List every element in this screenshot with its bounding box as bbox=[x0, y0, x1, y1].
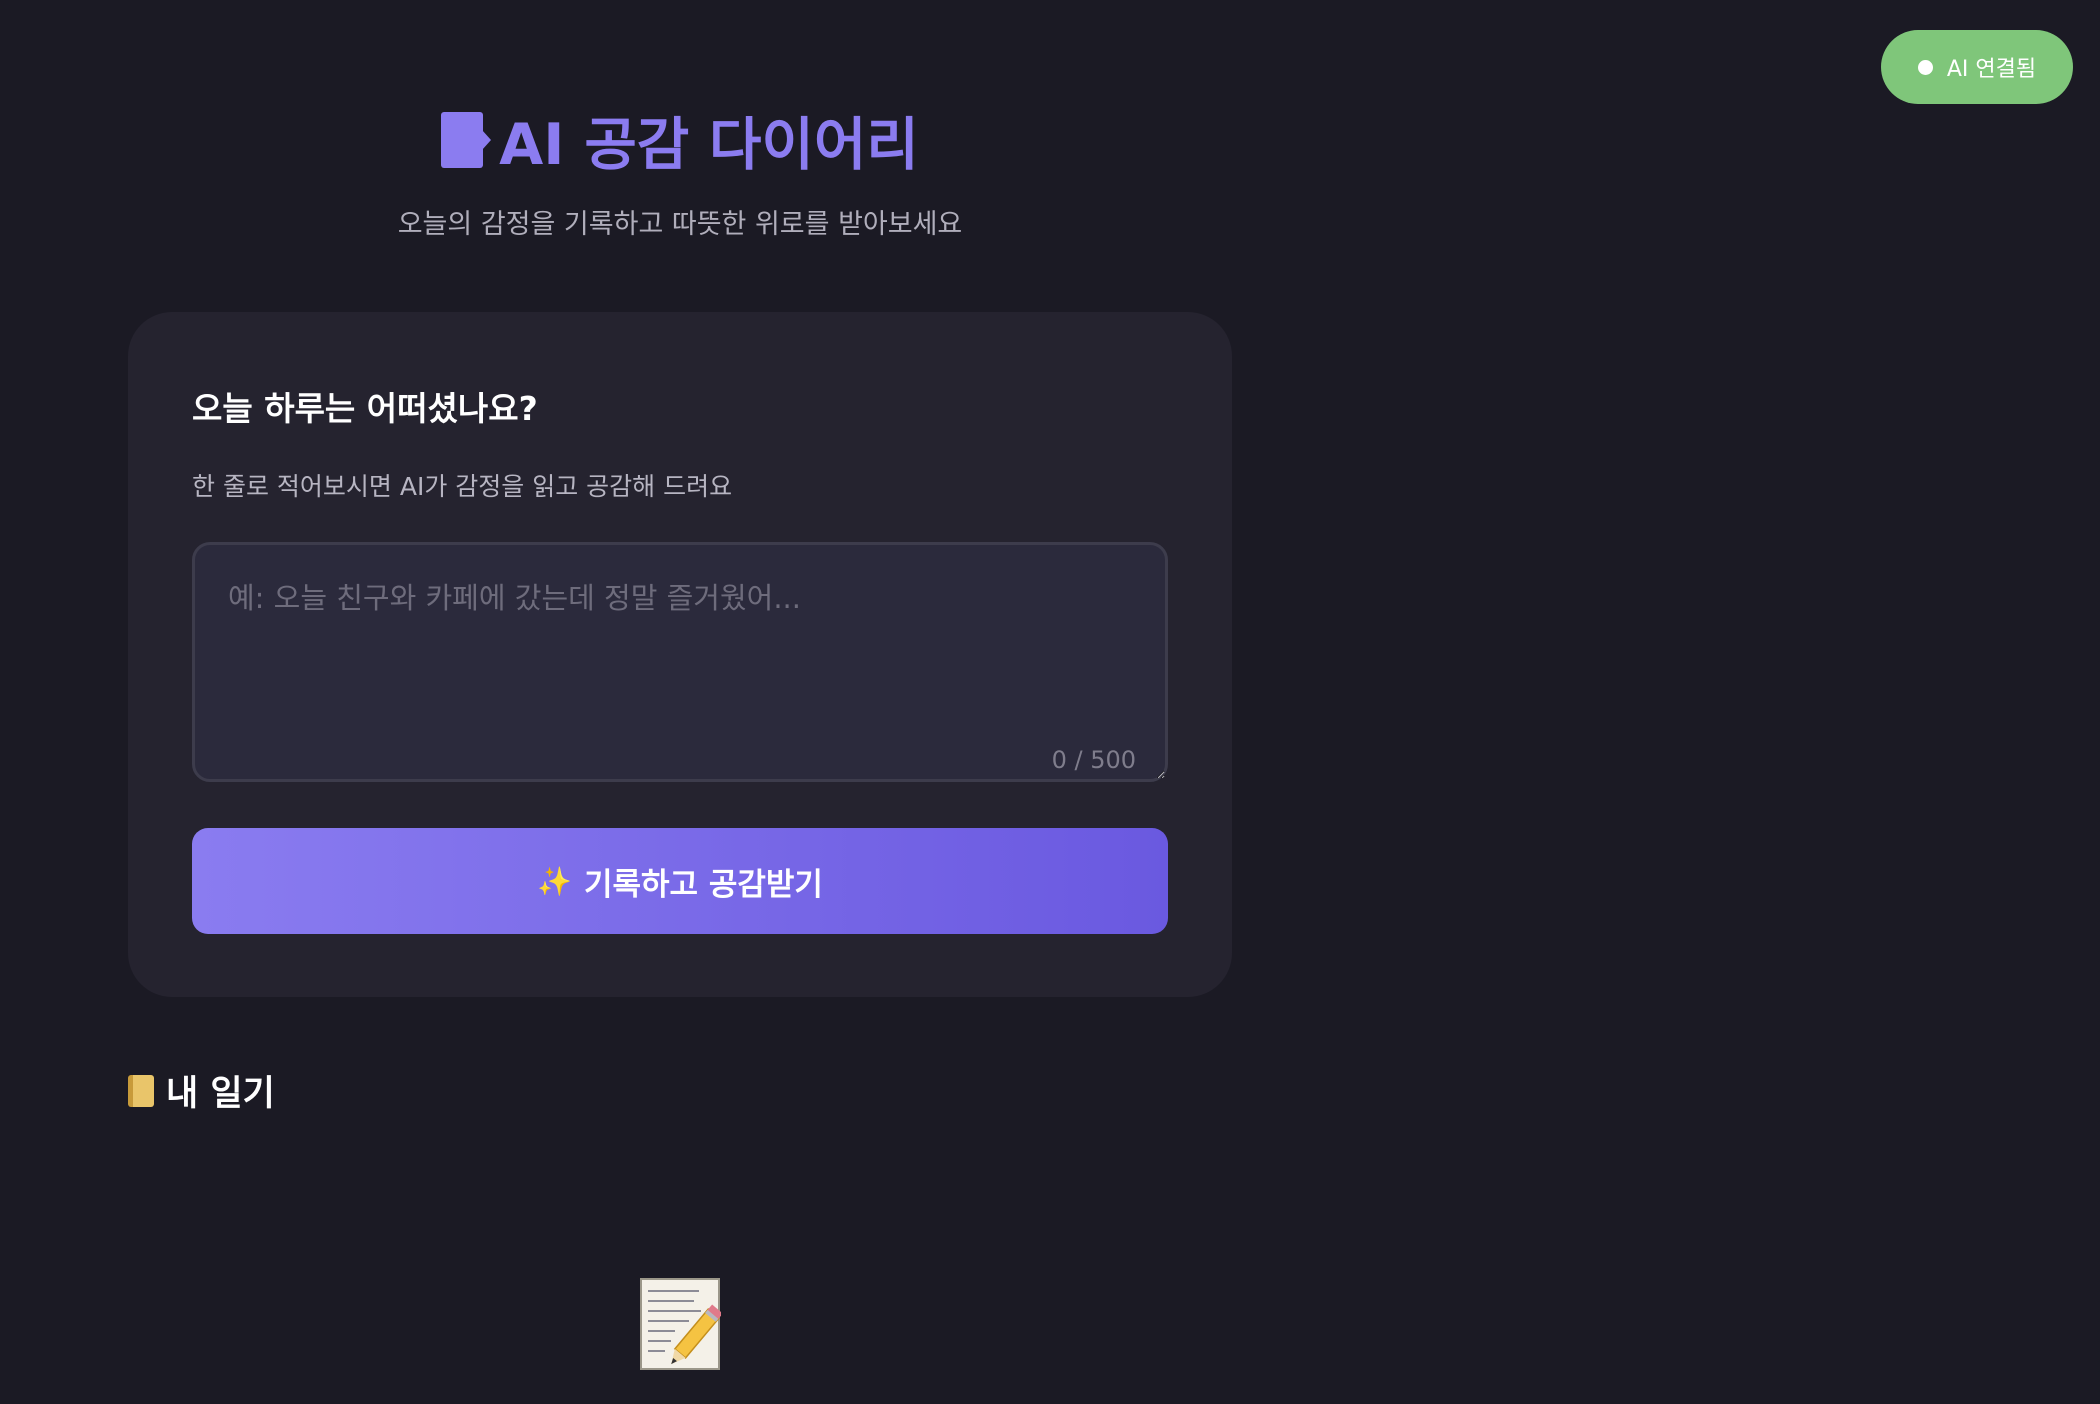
diary-entry-card: 오늘 하루는 어떠셨나요? 한 줄로 적어보시면 AI가 감정을 읽고 공감해 … bbox=[128, 312, 1232, 997]
page-header: AI 공감 다이어리 오늘의 감정을 기록하고 따뜻한 위로를 받아보세요 bbox=[128, 100, 1232, 241]
diary-section-title: 내 일기 bbox=[166, 1074, 275, 1114]
diary-section-heading: 내 일기 bbox=[128, 1065, 275, 1116]
status-label: AI 연결됨 bbox=[1946, 57, 2037, 82]
sparkle-icon: ✨ bbox=[537, 864, 572, 898]
ai-status-badge: AI 연결됨 bbox=[1881, 30, 2073, 104]
submit-button-label: 기록하고 공감받기 bbox=[583, 866, 823, 903]
memo-icon bbox=[640, 1278, 721, 1370]
diary-input[interactable] bbox=[192, 542, 1168, 782]
page: AI 연결됨 AI 공감 다이어리 오늘의 감정을 기록하고 따뜻한 위로를 받… bbox=[0, 0, 2100, 1404]
entry-heading: 오늘 하루는 어떠셨나요? bbox=[192, 389, 538, 428]
submit-diary-button[interactable]: ✨ 기록하고 공감받기 bbox=[192, 828, 1168, 934]
diary-input-wrapper: 0 / 500 bbox=[192, 542, 1168, 782]
page-title: AI 공감 다이어리 bbox=[128, 100, 1232, 180]
book-icon bbox=[441, 112, 492, 168]
notebook-icon bbox=[128, 1074, 154, 1107]
entry-description: 한 줄로 적어보시면 AI가 감정을 읽고 공감해 드려요 bbox=[192, 472, 733, 501]
char-counter: 0 / 500 bbox=[1051, 746, 1136, 774]
page-title-text: AI 공감 다이어리 bbox=[499, 112, 919, 178]
status-dot-icon bbox=[1917, 59, 1933, 75]
page-subtitle: 오늘의 감정을 기록하고 따뜻한 위로를 받아보세요 bbox=[397, 209, 963, 240]
